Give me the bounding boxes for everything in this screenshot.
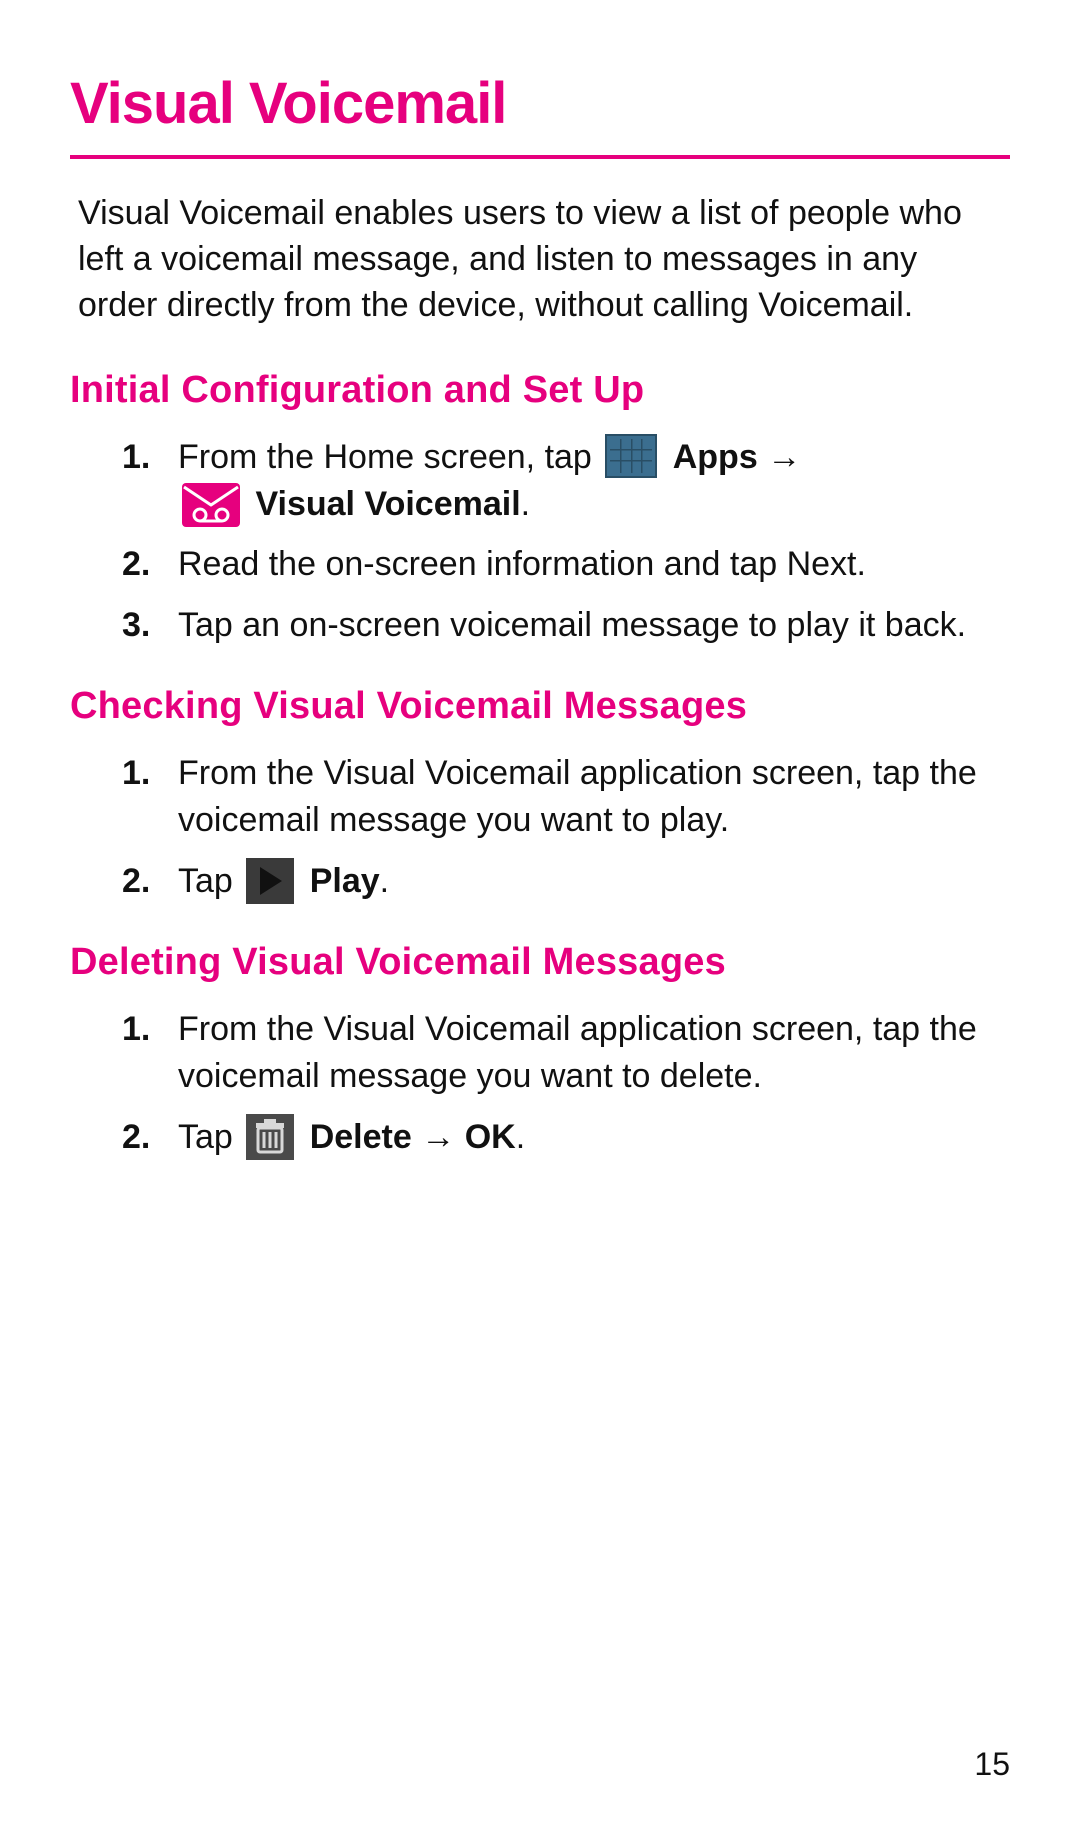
step-text: . [380, 862, 389, 900]
arrow-icon: → [412, 1118, 465, 1156]
step-text: Tap [178, 1118, 242, 1156]
list-item: From the Visual Voicemail application sc… [70, 1006, 1010, 1100]
page-title: Visual Voicemail [70, 70, 1010, 159]
step-text: From the Home screen, tap [178, 438, 601, 476]
step-text: Tap [178, 862, 242, 900]
apps-label: Apps [673, 438, 758, 476]
deleting-steps: From the Visual Voicemail application sc… [70, 1006, 1010, 1161]
section-deleting-title: Deleting Visual Voicemail Messages [70, 941, 1010, 984]
step-text: Tap an on-screen voicemail message to pl… [178, 606, 966, 644]
play-label: Play [310, 862, 380, 900]
list-item: From the Home screen, tap Apps → Visual … [70, 434, 1010, 528]
checking-steps: From the Visual Voicemail application sc… [70, 750, 1010, 905]
delete-label: Delete [310, 1118, 412, 1156]
arrow-icon: → [767, 438, 801, 476]
step-text: Read the on-screen information and tap N… [178, 545, 866, 583]
step-text: . [521, 485, 530, 523]
section-checking-title: Checking Visual Voicemail Messages [70, 685, 1010, 728]
step-text: . [516, 1118, 525, 1156]
step-text: From the Visual Voicemail application sc… [178, 754, 977, 839]
visual-voicemail-label: Visual Voicemail [255, 485, 520, 523]
play-icon [246, 858, 294, 904]
intro-paragraph: Visual Voicemail enables users to view a… [78, 191, 1002, 329]
list-item: Tap Play. [70, 858, 1010, 905]
trash-icon [246, 1114, 294, 1160]
list-item: Read the on-screen information and tap N… [70, 541, 1010, 588]
ok-label: OK [465, 1118, 516, 1156]
section-initial-config-title: Initial Configuration and Set Up [70, 369, 1010, 412]
list-item: Tap an on-screen voicemail message to pl… [70, 602, 1010, 649]
initial-config-steps: From the Home screen, tap Apps → Visual … [70, 434, 1010, 650]
list-item: Tap Delete → OK. [70, 1114, 1010, 1161]
list-item: From the Visual Voicemail application sc… [70, 750, 1010, 844]
step-text: From the Visual Voicemail application sc… [178, 1010, 977, 1095]
page-number: 15 [974, 1746, 1010, 1783]
visual-voicemail-icon [182, 483, 240, 527]
apps-grid-icon [605, 434, 657, 478]
